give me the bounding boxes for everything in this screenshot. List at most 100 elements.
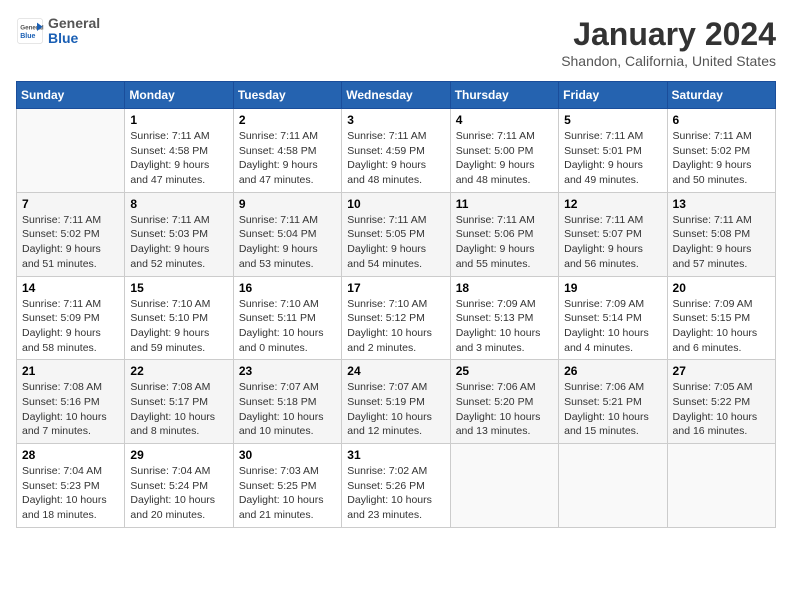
calendar-cell: 16Sunrise: 7:10 AM Sunset: 5:11 PM Dayli… bbox=[233, 276, 341, 360]
day-number: 18 bbox=[456, 281, 553, 295]
day-info: Sunrise: 7:09 AM Sunset: 5:15 PM Dayligh… bbox=[673, 297, 770, 356]
calendar-cell: 5 Sunrise: 7:11 AM Sunset: 5:01 PM Daylig… bbox=[559, 109, 667, 193]
calendar-cell: 8 Sunrise: 7:11 AM Sunset: 5:03 PM Daylig… bbox=[125, 192, 233, 276]
day-number: 1 bbox=[130, 113, 227, 127]
day-number: 20 bbox=[673, 281, 770, 295]
weekday-header-sunday: Sunday bbox=[17, 82, 125, 109]
day-number: 29 bbox=[130, 448, 227, 462]
calendar-cell: 3 Sunrise: 7:11 AM Sunset: 4:59 PM Daylig… bbox=[342, 109, 450, 193]
day-info: Sunrise: 7:10 AM Sunset: 5:11 PM Dayligh… bbox=[239, 297, 336, 356]
day-info: Sunrise: 7:11 AM Sunset: 5:03 PM Dayligh… bbox=[130, 213, 227, 272]
day-number: 2 bbox=[239, 113, 336, 127]
day-number: 3 bbox=[347, 113, 444, 127]
day-info: Sunrise: 7:11 AM Sunset: 4:58 PM Dayligh… bbox=[239, 129, 336, 188]
month-year-title: January 2024 bbox=[561, 16, 776, 53]
calendar-cell: 23 Sunrise: 7:07 AM Sunset: 5:18 PM Dayli… bbox=[233, 360, 341, 444]
calendar-week-row: 21 Sunrise: 7:08 AM Sunset: 5:16 PM Dayli… bbox=[17, 360, 776, 444]
day-number: 27 bbox=[673, 364, 770, 378]
calendar-cell: 17 Sunrise: 7:10 AM Sunset: 5:12 PM Dayli… bbox=[342, 276, 450, 360]
day-number: 17 bbox=[347, 281, 444, 295]
calendar-cell: 21 Sunrise: 7:08 AM Sunset: 5:16 PM Dayli… bbox=[17, 360, 125, 444]
calendar-cell: 10 Sunrise: 7:11 AM Sunset: 5:05 PM Dayli… bbox=[342, 192, 450, 276]
weekday-header-friday: Friday bbox=[559, 82, 667, 109]
day-info: Sunrise: 7:06 AM Sunset: 5:21 PM Dayligh… bbox=[564, 380, 661, 439]
calendar-cell bbox=[17, 109, 125, 193]
day-number: 28 bbox=[22, 448, 119, 462]
calendar-cell: 30 Sunrise: 7:03 AM Sunset: 5:25 PM Dayli… bbox=[233, 444, 341, 528]
day-number: 21 bbox=[22, 364, 119, 378]
calendar-cell: 18 Sunrise: 7:09 AM Sunset: 5:13 PM Dayli… bbox=[450, 276, 558, 360]
calendar-cell: 7Sunrise: 7:11 AM Sunset: 5:02 PM Daylig… bbox=[17, 192, 125, 276]
calendar-cell: 29 Sunrise: 7:04 AM Sunset: 5:24 PM Dayli… bbox=[125, 444, 233, 528]
calendar-cell: 28 Sunrise: 7:04 AM Sunset: 5:23 PM Dayli… bbox=[17, 444, 125, 528]
day-info: Sunrise: 7:11 AM Sunset: 5:00 PM Dayligh… bbox=[456, 129, 553, 188]
day-info: Sunrise: 7:07 AM Sunset: 5:18 PM Dayligh… bbox=[239, 380, 336, 439]
calendar-cell: 4Sunrise: 7:11 AM Sunset: 5:00 PM Daylig… bbox=[450, 109, 558, 193]
day-info: Sunrise: 7:08 AM Sunset: 5:17 PM Dayligh… bbox=[130, 380, 227, 439]
day-info: Sunrise: 7:11 AM Sunset: 4:59 PM Dayligh… bbox=[347, 129, 444, 188]
day-info: Sunrise: 7:10 AM Sunset: 5:10 PM Dayligh… bbox=[130, 297, 227, 356]
calendar-cell bbox=[559, 444, 667, 528]
day-info: Sunrise: 7:11 AM Sunset: 5:08 PM Dayligh… bbox=[673, 213, 770, 272]
day-info: Sunrise: 7:06 AM Sunset: 5:20 PM Dayligh… bbox=[456, 380, 553, 439]
day-info: Sunrise: 7:05 AM Sunset: 5:22 PM Dayligh… bbox=[673, 380, 770, 439]
day-number: 25 bbox=[456, 364, 553, 378]
calendar-cell bbox=[450, 444, 558, 528]
day-info: Sunrise: 7:11 AM Sunset: 4:58 PM Dayligh… bbox=[130, 129, 227, 188]
day-info: Sunrise: 7:03 AM Sunset: 5:25 PM Dayligh… bbox=[239, 464, 336, 523]
logo-general-text: General bbox=[48, 16, 100, 31]
day-number: 15 bbox=[130, 281, 227, 295]
logo: General Blue General Blue bbox=[16, 16, 100, 47]
calendar-cell: 9Sunrise: 7:11 AM Sunset: 5:04 PM Daylig… bbox=[233, 192, 341, 276]
location-subtitle: Shandon, California, United States bbox=[561, 53, 776, 69]
day-info: Sunrise: 7:10 AM Sunset: 5:12 PM Dayligh… bbox=[347, 297, 444, 356]
logo-icon: General Blue bbox=[16, 17, 44, 45]
calendar-cell: 25 Sunrise: 7:06 AM Sunset: 5:20 PM Dayli… bbox=[450, 360, 558, 444]
day-info: Sunrise: 7:11 AM Sunset: 5:04 PM Dayligh… bbox=[239, 213, 336, 272]
calendar-cell: 22 Sunrise: 7:08 AM Sunset: 5:17 PM Dayli… bbox=[125, 360, 233, 444]
day-number: 6 bbox=[673, 113, 770, 127]
calendar-cell bbox=[667, 444, 775, 528]
day-number: 12 bbox=[564, 197, 661, 211]
day-info: Sunrise: 7:11 AM Sunset: 5:06 PM Dayligh… bbox=[456, 213, 553, 272]
svg-text:Blue: Blue bbox=[20, 33, 35, 40]
calendar-cell: 12 Sunrise: 7:11 AM Sunset: 5:07 PM Dayli… bbox=[559, 192, 667, 276]
logo-text: General Blue bbox=[48, 16, 100, 47]
day-number: 11 bbox=[456, 197, 553, 211]
day-number: 23 bbox=[239, 364, 336, 378]
day-number: 13 bbox=[673, 197, 770, 211]
day-info: Sunrise: 7:09 AM Sunset: 5:13 PM Dayligh… bbox=[456, 297, 553, 356]
day-info: Sunrise: 7:09 AM Sunset: 5:14 PM Dayligh… bbox=[564, 297, 661, 356]
day-number: 30 bbox=[239, 448, 336, 462]
day-info: Sunrise: 7:04 AM Sunset: 5:24 PM Dayligh… bbox=[130, 464, 227, 523]
calendar-cell: 14Sunrise: 7:11 AM Sunset: 5:09 PM Dayli… bbox=[17, 276, 125, 360]
day-info: Sunrise: 7:08 AM Sunset: 5:16 PM Dayligh… bbox=[22, 380, 119, 439]
day-number: 24 bbox=[347, 364, 444, 378]
day-number: 31 bbox=[347, 448, 444, 462]
day-info: Sunrise: 7:11 AM Sunset: 5:02 PM Dayligh… bbox=[22, 213, 119, 272]
day-number: 8 bbox=[130, 197, 227, 211]
day-info: Sunrise: 7:11 AM Sunset: 5:05 PM Dayligh… bbox=[347, 213, 444, 272]
day-info: Sunrise: 7:07 AM Sunset: 5:19 PM Dayligh… bbox=[347, 380, 444, 439]
calendar-cell: 27 Sunrise: 7:05 AM Sunset: 5:22 PM Dayli… bbox=[667, 360, 775, 444]
day-number: 22 bbox=[130, 364, 227, 378]
day-number: 10 bbox=[347, 197, 444, 211]
day-number: 5 bbox=[564, 113, 661, 127]
day-info: Sunrise: 7:11 AM Sunset: 5:07 PM Dayligh… bbox=[564, 213, 661, 272]
day-info: Sunrise: 7:11 AM Sunset: 5:01 PM Dayligh… bbox=[564, 129, 661, 188]
calendar-cell: 26Sunrise: 7:06 AM Sunset: 5:21 PM Dayli… bbox=[559, 360, 667, 444]
calendar-week-row: 28 Sunrise: 7:04 AM Sunset: 5:23 PM Dayli… bbox=[17, 444, 776, 528]
day-info: Sunrise: 7:02 AM Sunset: 5:26 PM Dayligh… bbox=[347, 464, 444, 523]
weekday-header-monday: Monday bbox=[125, 82, 233, 109]
day-info: Sunrise: 7:11 AM Sunset: 5:02 PM Dayligh… bbox=[673, 129, 770, 188]
calendar-cell: 19 Sunrise: 7:09 AM Sunset: 5:14 PM Dayli… bbox=[559, 276, 667, 360]
calendar-cell: 6 Sunrise: 7:11 AM Sunset: 5:02 PM Daylig… bbox=[667, 109, 775, 193]
weekday-header-tuesday: Tuesday bbox=[233, 82, 341, 109]
calendar-header-row: SundayMondayTuesdayWednesdayThursdayFrid… bbox=[17, 82, 776, 109]
day-info: Sunrise: 7:04 AM Sunset: 5:23 PM Dayligh… bbox=[22, 464, 119, 523]
weekday-header-saturday: Saturday bbox=[667, 82, 775, 109]
day-number: 14 bbox=[22, 281, 119, 295]
day-number: 19 bbox=[564, 281, 661, 295]
calendar-cell: 24 Sunrise: 7:07 AM Sunset: 5:19 PM Dayli… bbox=[342, 360, 450, 444]
calendar-cell: 15 Sunrise: 7:10 AM Sunset: 5:10 PM Dayli… bbox=[125, 276, 233, 360]
